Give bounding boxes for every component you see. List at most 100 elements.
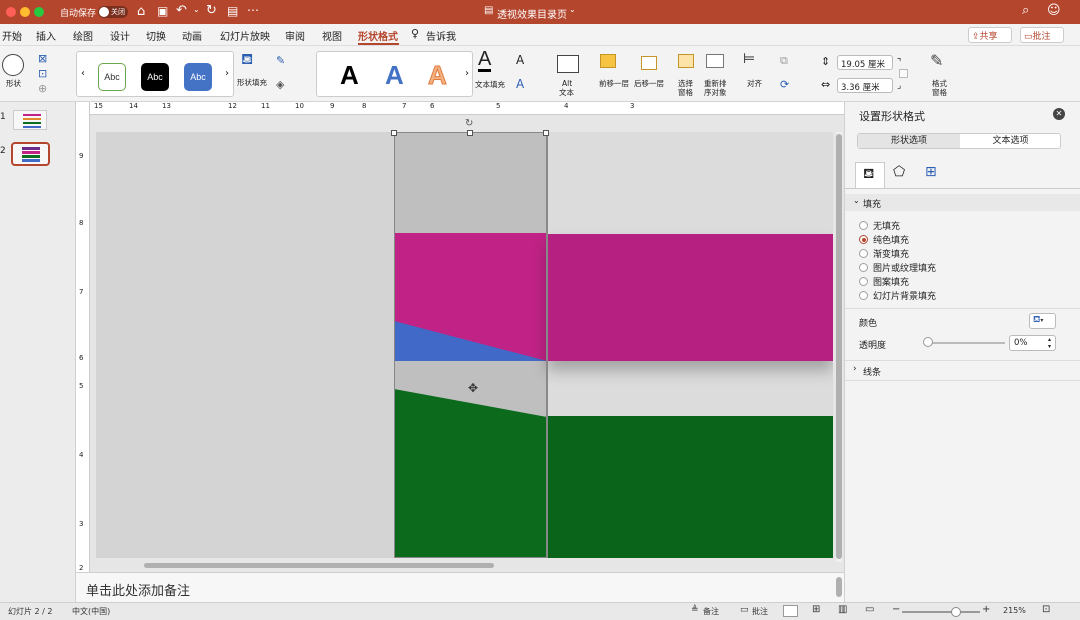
reading-view-icon[interactable]: ▥ (838, 604, 847, 615)
tab-home[interactable]: 开始 (2, 28, 22, 43)
zoom-level[interactable]: 215% (1003, 606, 1026, 615)
reorder-objects-icon[interactable] (706, 54, 724, 68)
size-dialog-checkbox[interactable] (899, 69, 908, 78)
title-dropdown-icon[interactable]: ⌄ (569, 5, 576, 14)
align-icon[interactable]: ⊨ (743, 51, 755, 67)
transparency-field[interactable]: 0% ▴ ▾ (1009, 335, 1056, 351)
maximize-window-button[interactable] (34, 7, 44, 17)
feedback-icon[interactable]: ☺ (1047, 3, 1061, 18)
format-pane-icon[interactable]: ✎ (930, 51, 943, 70)
language-indicator[interactable]: 中文(中国) (72, 606, 110, 617)
minimize-window-button[interactable] (20, 7, 30, 17)
undo-icon[interactable]: ↶ (176, 3, 187, 18)
fit-slide-icon[interactable]: ⊡ (1042, 604, 1050, 615)
lock-aspect-icon[interactable]: ⌝ (897, 58, 901, 68)
tab-review[interactable]: 审阅 (285, 28, 305, 43)
tab-animations[interactable]: 动画 (182, 28, 202, 43)
fill-slide-bg-radio[interactable] (859, 291, 868, 300)
transparency-slider-thumb[interactable] (923, 337, 933, 347)
wordart-black[interactable]: A (340, 60, 359, 91)
tab-design[interactable]: 设计 (110, 28, 130, 43)
tab-transitions[interactable]: 切换 (146, 28, 166, 43)
slide-thumbnail-1[interactable] (13, 110, 47, 130)
close-panel-icon[interactable]: ✕ (1053, 108, 1065, 120)
vertical-scroll-thumb[interactable] (836, 134, 842, 559)
notes-scroll-thumb[interactable] (836, 577, 842, 597)
notes-toggle-label[interactable]: 备注 (703, 606, 719, 617)
fill-gradient-radio[interactable] (859, 249, 868, 258)
shape-effects-icon[interactable]: ◈ (276, 78, 284, 91)
share-button[interactable]: ⇪共享 (968, 27, 1012, 43)
more-icon[interactable]: ⋯ (247, 3, 259, 17)
tab-view[interactable]: 视图 (322, 28, 342, 43)
vertical-scrollbar[interactable] (836, 132, 842, 562)
color-picker-button[interactable]: ⛾▾ (1029, 313, 1056, 329)
edit-shape-icon[interactable]: ⊠ (38, 52, 47, 65)
tab-slideshow[interactable]: 幻灯片放映 (220, 28, 270, 43)
size-properties-icon[interactable]: ⊞ (925, 164, 937, 180)
home-icon[interactable]: ⌂ (137, 4, 145, 19)
send-backward-icon[interactable] (641, 56, 657, 70)
line-section-header[interactable]: › 线条 (845, 363, 1080, 379)
autosave-toggle[interactable]: 关闭 (98, 6, 128, 18)
search-icon[interactable]: ⌕ (1022, 3, 1029, 18)
notes-placeholder[interactable]: 单击此处添加备注 (86, 580, 190, 599)
text-fill-icon[interactable]: A (478, 49, 492, 72)
comments-button[interactable]: ▭批注 (1020, 27, 1064, 43)
style-sample-outline[interactable]: Abc (98, 63, 126, 91)
rotate-handle-icon[interactable]: ↻ (465, 118, 473, 129)
resize-handle-top-right[interactable] (543, 130, 549, 136)
notes-pane[interactable]: 单击此处添加备注 (76, 572, 844, 602)
transparency-stepper-icon[interactable]: ▴ ▾ (1048, 336, 1051, 350)
tab-text-options[interactable]: 文本选项 (960, 134, 1061, 148)
shape-outline-icon[interactable]: ✎ (276, 54, 285, 67)
tab-shape-options[interactable]: 形状选项 (858, 134, 960, 148)
selection-pane-icon[interactable] (678, 54, 694, 68)
comments-toggle-label[interactable]: 批注 (752, 606, 768, 617)
shapes-icon[interactable] (2, 54, 24, 76)
tab-insert[interactable]: 插入 (36, 28, 56, 43)
text-outline-icon[interactable]: A (516, 53, 524, 67)
tab-draw[interactable]: 绘图 (73, 28, 93, 43)
bring-forward-icon[interactable] (600, 54, 616, 68)
slide-thumbnail-2[interactable] (11, 142, 50, 166)
zoom-slider-thumb[interactable] (951, 607, 961, 617)
normal-view-icon[interactable] (783, 605, 798, 617)
close-window-button[interactable] (6, 7, 16, 17)
merge-shapes-icon[interactable]: ⊕ (38, 82, 47, 95)
resize-handle-top-left[interactable] (391, 130, 397, 136)
group-icon[interactable]: ⧉ (780, 54, 788, 68)
width-field[interactable]: 3.36 厘米 (837, 78, 893, 93)
fill-solid-radio[interactable] (859, 235, 868, 244)
style-sample-blue[interactable]: Abc (184, 63, 212, 91)
tab-shape-format[interactable]: 形状格式 (358, 28, 398, 43)
save-icon[interactable]: ▣ (157, 4, 168, 18)
transparency-slider-track[interactable] (927, 342, 1005, 344)
fill-none-radio[interactable] (859, 221, 868, 230)
zoom-out-icon[interactable]: − (892, 604, 900, 615)
horizontal-scroll-thumb[interactable] (144, 563, 494, 568)
style-sample-black[interactable]: Abc (141, 63, 169, 91)
gallery-next-icon[interactable]: › (225, 68, 229, 79)
fill-line-tab[interactable]: ⛾ (855, 162, 885, 188)
zoom-in-icon[interactable]: + (982, 604, 990, 615)
slideshow-icon[interactable]: ▭ (865, 604, 874, 615)
notes-toggle-icon[interactable]: ≜ (691, 605, 699, 615)
wordart-orange[interactable]: A (428, 60, 448, 91)
fill-pattern-radio[interactable] (859, 277, 868, 286)
gallery-prev-icon[interactable]: ‹ (81, 68, 85, 79)
rotate-icon[interactable]: ⟳ (780, 78, 789, 91)
customize-icon[interactable]: ▤ (227, 4, 238, 18)
paint-bucket-icon[interactable]: ⛾ (241, 50, 253, 70)
wordart-blue[interactable]: A (385, 60, 404, 91)
zoom-slider-track[interactable] (902, 611, 980, 613)
height-field[interactable]: 19.05 厘米 (837, 55, 893, 70)
redo-icon[interactable]: ↻ (206, 3, 217, 18)
text-box-icon[interactable]: ⊡ (38, 67, 47, 80)
text-effects-icon[interactable]: A (516, 77, 524, 91)
comments-toggle-icon[interactable]: ▭ (740, 605, 749, 615)
undo-dropdown-icon[interactable]: ⌄ (193, 5, 200, 14)
tell-me-search[interactable]: 告诉我 (426, 28, 456, 43)
slide-sorter-icon[interactable]: ⊞ (812, 604, 820, 615)
resize-handle-top[interactable] (467, 130, 473, 136)
